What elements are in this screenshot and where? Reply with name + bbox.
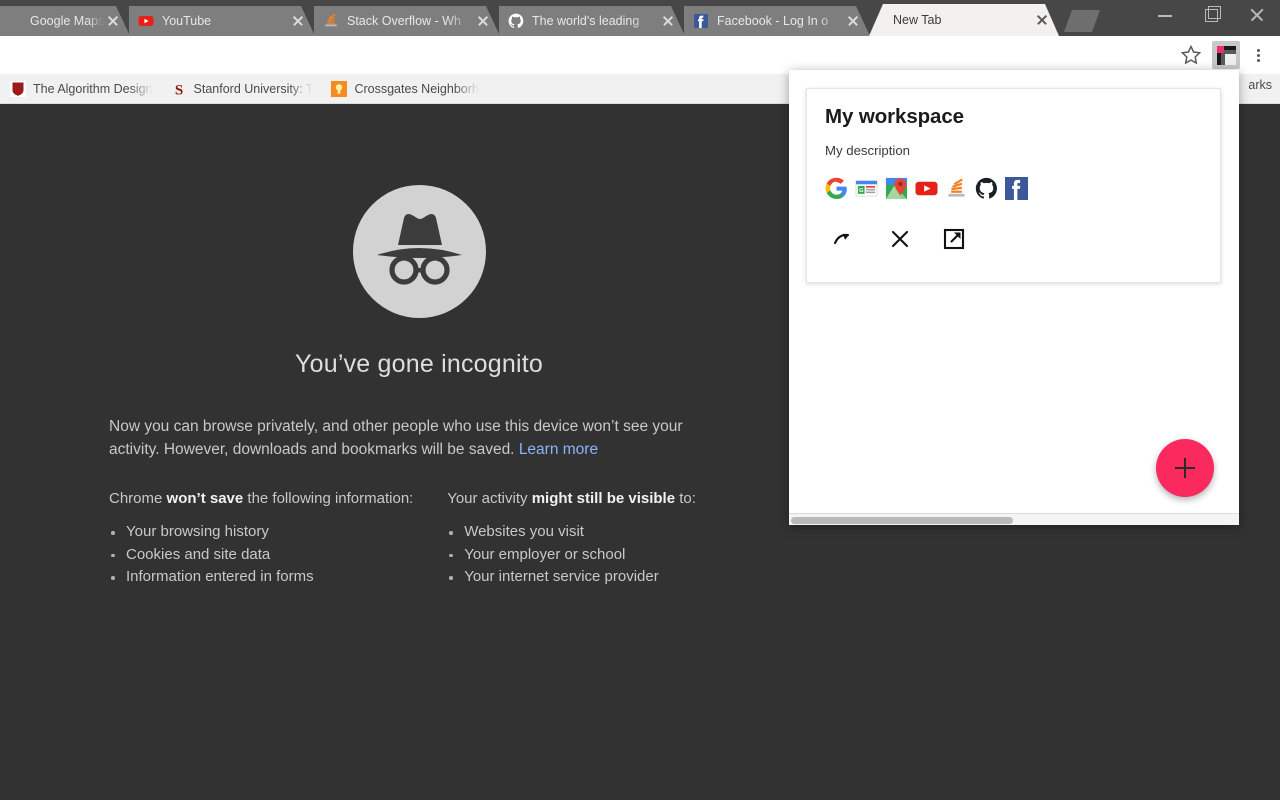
tab-facebook[interactable]: Facebook - Log In o — [684, 6, 870, 36]
list-item: Cookies and site data — [109, 544, 447, 567]
tab-github[interactable]: The world's leading — [499, 6, 685, 36]
bookmark-label: The Algorithm Design — [33, 81, 153, 96]
tab-title: The world's leading — [532, 14, 640, 28]
stanford-icon: S — [171, 81, 187, 97]
workspace-title: My workspace — [825, 105, 964, 128]
list-item: Websites you visit — [447, 521, 729, 544]
column-heading: Your activity might still be visible to: — [447, 488, 729, 510]
tab-title: Google Maps — [30, 14, 104, 28]
close-window-button[interactable] — [1234, 0, 1280, 30]
tab-youtube[interactable]: YouTube — [129, 6, 315, 36]
youtube-favicon — [915, 177, 938, 200]
shield-icon — [10, 80, 26, 97]
facebook-favicon — [693, 13, 709, 29]
facebook-favicon — [1005, 177, 1028, 200]
tab-close-icon[interactable] — [844, 12, 862, 30]
bookmark-label: Crossgates Neighborh — [354, 81, 479, 96]
google-maps-favicon — [6, 13, 22, 29]
tab-close-icon[interactable] — [659, 12, 677, 30]
svg-text:G: G — [859, 188, 864, 194]
column-heading: Chrome won’t save the following informat… — [109, 488, 447, 510]
popup-horizontal-scrollbar[interactable] — [789, 513, 1239, 525]
heading-pre: Your activity — [447, 490, 532, 507]
open-in-new-window-icon[interactable] — [940, 225, 968, 253]
workspace-favicon-list: G — [825, 177, 1202, 200]
restore-workspace-icon[interactable] — [830, 225, 858, 253]
tab-close-icon[interactable] — [1033, 11, 1051, 29]
column-wont-save: Chrome won’t save the following informat… — [109, 488, 447, 589]
incognito-content: You’ve gone incognito Now you can browse… — [109, 185, 729, 589]
bookmark-star-icon[interactable] — [1176, 40, 1206, 70]
new-tab-button[interactable] — [1064, 10, 1100, 32]
tab-new-tab[interactable]: New Tab — [869, 4, 1059, 36]
workspace-description: My description — [825, 143, 911, 158]
github-favicon — [975, 177, 998, 200]
bulb-icon — [331, 80, 348, 97]
list-item: Your internet service provider — [447, 566, 729, 589]
column-still-visible: Your activity might still be visible to:… — [447, 488, 729, 589]
bookmark-crossgates[interactable]: Crossgates Neighborh — [325, 78, 484, 100]
tab-title: New Tab — [893, 13, 942, 27]
maximize-restore-button[interactable] — [1188, 0, 1234, 30]
workspaces-extension-icon[interactable] — [1212, 41, 1240, 69]
heading-post: the following information: — [243, 490, 414, 507]
list-item: Your browsing history — [109, 521, 447, 544]
github-favicon — [508, 13, 524, 29]
tab-stack-overflow[interactable]: Stack Overflow - Wh — [314, 6, 500, 36]
minimize-button[interactable] — [1142, 0, 1188, 30]
heading-bold: won’t save — [166, 490, 244, 507]
tab-list: Google Maps YouTube Stack Overflow - Wh … — [0, 0, 1100, 36]
list-item: Your employer or school — [447, 544, 729, 567]
window-controls — [1142, 0, 1280, 36]
incognito-columns: Chrome won’t save the following informat… — [109, 488, 729, 589]
heading-bold: might still be visible — [531, 490, 676, 507]
workspace-card[interactable]: My workspace My description G — [806, 88, 1221, 283]
youtube-favicon — [138, 13, 154, 29]
google-favicon — [825, 177, 848, 200]
list-wont-save: Your browsing history Cookies and site d… — [109, 521, 447, 589]
tab-close-icon[interactable] — [104, 12, 122, 30]
scrollbar-thumb[interactable] — [791, 517, 1013, 524]
google-news-favicon: G — [855, 177, 878, 200]
stack-overflow-favicon — [323, 13, 339, 29]
bookmark-label: Stanford University: T — [193, 81, 314, 96]
tab-close-icon[interactable] — [289, 12, 307, 30]
heading-post: to: — [675, 490, 696, 507]
tab-close-icon[interactable] — [474, 12, 492, 30]
learn-more-link[interactable]: Learn more — [519, 441, 598, 458]
list-still-visible: Websites you visit Your employer or scho… — [447, 521, 729, 589]
tab-title: Stack Overflow - Wh — [347, 14, 461, 28]
browser-toolbar — [0, 36, 1280, 74]
incognito-description: Now you can browse privately, and other … — [109, 416, 694, 461]
other-bookmarks-button[interactable]: arks — [1248, 78, 1272, 92]
page-title: You’ve gone incognito — [295, 350, 543, 378]
heading-pre: Chrome — [109, 490, 167, 507]
tab-google-maps[interactable]: Google Maps — [0, 6, 130, 36]
tab-strip: Google Maps YouTube Stack Overflow - Wh … — [0, 0, 1280, 36]
tab-title: YouTube — [162, 14, 212, 28]
tab-title: Facebook - Log In o — [717, 14, 829, 28]
incognito-spy-icon — [352, 185, 486, 318]
close-workspace-icon[interactable] — [886, 225, 914, 253]
google-maps-favicon — [885, 177, 908, 200]
list-item: Information entered in forms — [109, 566, 447, 589]
browser-window: Google Maps YouTube Stack Overflow - Wh … — [0, 0, 1280, 800]
add-workspace-fab[interactable] — [1156, 439, 1214, 497]
svg-text:S: S — [174, 82, 182, 97]
three-dot-menu-icon[interactable] — [1246, 40, 1272, 70]
bookmark-stanford[interactable]: S Stanford University: T — [165, 78, 320, 100]
workspace-actions — [825, 225, 1202, 253]
workspaces-extension-popup: My workspace My description G — [789, 70, 1239, 525]
stack-overflow-favicon — [945, 177, 968, 200]
bookmark-algorithm-design[interactable]: The Algorithm Design — [4, 78, 159, 100]
